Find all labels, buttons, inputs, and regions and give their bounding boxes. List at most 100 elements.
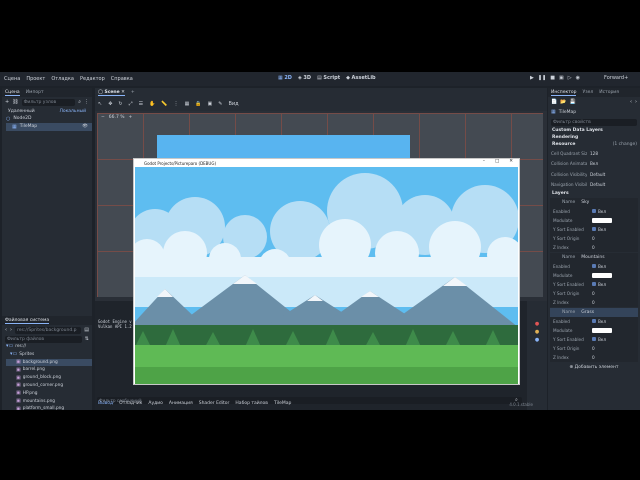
zoom-in-icon[interactable]: + xyxy=(129,115,133,120)
inspected-node[interactable]: TileMap xyxy=(559,110,576,115)
fs-file[interactable]: ▣ HP.png xyxy=(6,390,92,398)
menu-debug[interactable]: Отладка xyxy=(51,76,74,82)
pause-icon[interactable]: ❚❚ xyxy=(538,75,546,81)
modulate-color[interactable] xyxy=(592,218,612,223)
add-node-icon[interactable]: + xyxy=(5,99,9,105)
pan-tool-icon[interactable]: ✋ xyxy=(149,101,155,107)
zoom-level[interactable]: 66.7 % xyxy=(109,115,125,120)
grid-snap-icon[interactable]: ▦ xyxy=(185,101,190,107)
fs-file[interactable]: ▣ background.png xyxy=(6,358,92,367)
bottom-tab[interactable]: Вывод xyxy=(98,401,113,406)
layer-name-row[interactable]: Name Sky xyxy=(550,198,638,207)
fs-file[interactable]: ▣ ground_block.png xyxy=(6,374,92,382)
bottom-tab[interactable]: TileMap xyxy=(274,401,291,406)
filesystem-title[interactable]: Файловая система xyxy=(5,318,50,324)
movie-icon[interactable]: ◉ xyxy=(576,75,580,81)
inspector-property[interactable]: Collision Visibility Default xyxy=(548,169,640,180)
stop-icon[interactable]: ■ xyxy=(550,75,555,81)
close-button[interactable]: ✕ xyxy=(509,159,513,164)
game-scene[interactable] xyxy=(135,167,518,384)
rotate-tool-icon[interactable]: ↻ xyxy=(118,101,122,107)
history-back-icon[interactable]: ‹ xyxy=(630,99,632,105)
checkbox[interactable] xyxy=(592,264,596,268)
checkbox[interactable] xyxy=(592,337,596,341)
layer-name-row[interactable]: Name Grass xyxy=(550,308,638,317)
save-icon[interactable]: 💾 xyxy=(569,99,575,105)
search-icon[interactable]: ⌕ xyxy=(78,99,81,105)
bottom-tab[interactable]: Аудио xyxy=(148,401,163,406)
select-tool-icon[interactable]: ↖ xyxy=(98,101,102,107)
move-tool-icon[interactable]: ✥ xyxy=(108,101,112,107)
fs-file[interactable]: ▣ platform_small.png xyxy=(6,405,92,410)
local-tab[interactable]: Локальный xyxy=(59,109,86,114)
bottom-tab[interactable]: Анимация xyxy=(169,401,193,406)
game-window[interactable]: Godot Projects/Pictureparo (DEBUG) – □ ✕ xyxy=(133,158,520,385)
fs-folder-sprites[interactable]: ▾▭ Sprites xyxy=(6,351,92,359)
sort-icon[interactable]: ⇅ xyxy=(85,336,89,342)
tab-history[interactable]: История xyxy=(599,90,619,95)
load-icon[interactable]: 📂 xyxy=(560,99,566,105)
section-custom-data[interactable]: Custom Data Layers xyxy=(548,127,640,134)
info-count-icon[interactable]: ● xyxy=(535,337,539,343)
error-count-icon[interactable]: ● xyxy=(535,321,539,327)
new-resource-icon[interactable]: 📄 xyxy=(551,99,557,105)
fs-file[interactable]: ▣ mountains.png xyxy=(6,398,92,406)
fs-root[interactable]: ▾▭ res:// xyxy=(6,343,92,351)
snap-icon[interactable]: ⋮ xyxy=(174,101,179,107)
modulate-color[interactable] xyxy=(592,328,612,333)
inspector-property[interactable]: Cell Quadrant Size 128 xyxy=(548,148,640,159)
remote-tab[interactable]: Удаленный xyxy=(8,109,35,114)
layer-name-row[interactable]: Name Mountains xyxy=(550,253,638,262)
tab-node[interactable]: Узел xyxy=(582,90,593,95)
checkbox[interactable] xyxy=(592,282,596,286)
bottom-tab[interactable]: Отладчик xyxy=(119,401,142,406)
mode-assetlib[interactable]: ◆ AssetLib xyxy=(346,75,376,81)
inspector-property[interactable]: Collision AnimatableВкл xyxy=(548,159,640,170)
mode-script[interactable]: ▤ Script xyxy=(317,75,340,81)
mode-3d[interactable]: ◈ 3D xyxy=(298,75,311,81)
checkbox[interactable] xyxy=(592,227,596,231)
file-filter-input[interactable]: Фильтр файлов xyxy=(5,335,82,343)
tree-node-tilemap[interactable]: ▦ TileMap 👁 xyxy=(6,123,92,131)
forward-icon[interactable]: › xyxy=(10,327,12,333)
tab-import[interactable]: Импорт xyxy=(26,90,44,95)
zoom-out-icon[interactable]: − xyxy=(101,115,105,120)
group-icon[interactable]: ▣ xyxy=(208,101,213,107)
menu-project[interactable]: Проект xyxy=(26,76,45,82)
warning-count-icon[interactable]: ● xyxy=(535,329,539,335)
path-field[interactable]: res://Sprites/background.p xyxy=(15,326,82,334)
menu-editor[interactable]: Редактор xyxy=(80,76,105,82)
fs-file[interactable]: ▣ ground_corner.png xyxy=(6,382,92,390)
section-rendering[interactable]: Rendering xyxy=(548,134,640,141)
tab-scene[interactable]: Сцена xyxy=(5,90,20,96)
bottom-tab[interactable]: Набор тайлов xyxy=(235,401,268,406)
scene-tab[interactable]: ◯ Scene ✕ xyxy=(98,90,125,96)
play-scene-icon[interactable]: ▷ xyxy=(568,75,572,81)
property-filter-input[interactable]: Фильтр свойств xyxy=(551,118,637,126)
menu-scene[interactable]: Сцена xyxy=(4,76,20,82)
visibility-icon[interactable]: 👁 xyxy=(82,123,88,131)
inspector-property[interactable]: Navigation VisibilityDefault xyxy=(548,180,640,191)
section-layers[interactable]: Layers xyxy=(548,190,640,197)
history-forward-icon[interactable]: › xyxy=(635,99,637,105)
view-menu[interactable]: Вид xyxy=(228,101,238,107)
add-element-button[interactable]: ⊕ Добавить элемент xyxy=(548,365,640,370)
tab-inspector[interactable]: Инспектор xyxy=(551,90,577,96)
mode-2d[interactable]: ▦ 2D xyxy=(278,75,292,81)
scale-tool-icon[interactable]: ⤢ xyxy=(129,101,133,107)
remote-icon[interactable]: ▣ xyxy=(559,75,564,81)
section-resource[interactable]: Resource (1 change) xyxy=(548,141,640,148)
back-icon[interactable]: ‹ xyxy=(5,327,7,333)
checkbox[interactable] xyxy=(592,319,596,323)
bone-icon[interactable]: ✎ xyxy=(218,101,222,107)
link-icon[interactable]: ⛓ xyxy=(12,99,18,105)
modulate-color[interactable] xyxy=(592,273,612,278)
node-filter-input[interactable]: Фильтр узлов xyxy=(21,98,76,106)
add-tab-icon[interactable]: + xyxy=(131,90,135,95)
fs-file[interactable]: ▣ barrel.png xyxy=(6,366,92,374)
maximize-button[interactable]: □ xyxy=(495,159,499,164)
checkbox[interactable] xyxy=(592,209,596,213)
split-icon[interactable]: ▤ xyxy=(84,327,89,333)
play-icon[interactable]: ▶ xyxy=(530,75,534,81)
bottom-tab[interactable]: Shader Editor xyxy=(199,401,230,406)
